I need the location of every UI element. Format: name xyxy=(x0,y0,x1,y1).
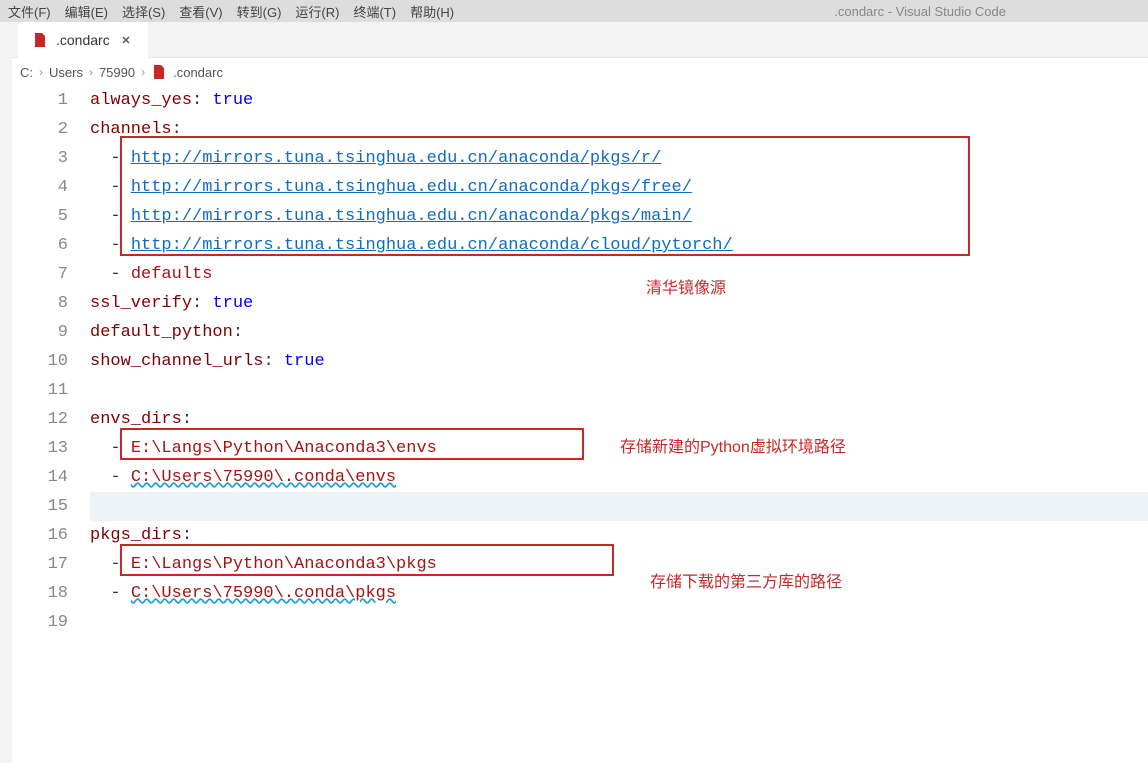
line-number: 11 xyxy=(0,376,68,405)
code-line[interactable]: - C:\Users\75990\.conda\pkgs xyxy=(90,579,1148,608)
tab-close-icon[interactable] xyxy=(118,32,134,48)
code-line[interactable]: - E:\Langs\Python\Anaconda3\pkgs xyxy=(90,550,1148,579)
breadcrumb-item[interactable]: Users xyxy=(49,65,83,80)
chevron-right-icon: › xyxy=(89,65,93,79)
line-number: 2 xyxy=(0,115,68,144)
line-number: 8 xyxy=(0,289,68,318)
breadcrumb-item[interactable]: .condarc xyxy=(173,65,223,80)
code-line[interactable] xyxy=(90,376,1148,405)
code-line[interactable]: show_channel_urls: true xyxy=(90,347,1148,376)
line-number: 4 xyxy=(0,173,68,202)
code-line[interactable]: always_yes: true xyxy=(90,86,1148,115)
line-gutter: 12345678910111213141516171819 xyxy=(0,86,90,637)
line-number: 12 xyxy=(0,405,68,434)
line-number: 17 xyxy=(0,550,68,579)
menu-view[interactable]: 查看(V) xyxy=(179,2,222,21)
code-line[interactable]: - http://mirrors.tuna.tsinghua.edu.cn/an… xyxy=(90,202,1148,231)
tabs-bar: .condarc xyxy=(0,22,1148,58)
line-number: 18 xyxy=(0,579,68,608)
chevron-right-icon: › xyxy=(141,65,145,79)
code-line[interactable]: envs_dirs: xyxy=(90,405,1148,434)
code-line[interactable]: - http://mirrors.tuna.tsinghua.edu.cn/an… xyxy=(90,231,1148,260)
menu-terminal[interactable]: 终端(T) xyxy=(353,2,396,21)
line-number: 6 xyxy=(0,231,68,260)
chevron-right-icon: › xyxy=(39,65,43,79)
menu-help[interactable]: 帮助(H) xyxy=(410,2,454,21)
line-number: 9 xyxy=(0,318,68,347)
line-number: 5 xyxy=(0,202,68,231)
line-number: 19 xyxy=(0,608,68,637)
menu-select[interactable]: 选择(S) xyxy=(122,2,165,21)
breadcrumb-item[interactable]: 75990 xyxy=(99,65,135,80)
menu-edit[interactable]: 编辑(E) xyxy=(65,2,108,21)
line-number: 13 xyxy=(0,434,68,463)
tab-label: .condarc xyxy=(56,32,110,48)
menu-run[interactable]: 运行(R) xyxy=(295,2,339,21)
file-icon xyxy=(151,64,167,80)
tab-condarc[interactable]: .condarc xyxy=(18,22,148,58)
code-line[interactable] xyxy=(90,608,1148,637)
line-number: 14 xyxy=(0,463,68,492)
code-line[interactable] xyxy=(90,492,1148,521)
line-number: 15 xyxy=(0,492,68,521)
line-number: 3 xyxy=(0,144,68,173)
code-line[interactable]: - http://mirrors.tuna.tsinghua.edu.cn/an… xyxy=(90,173,1148,202)
code-line[interactable]: - C:\Users\75990\.conda\envs xyxy=(90,463,1148,492)
breadcrumb: C: › Users › 75990 › .condarc xyxy=(0,58,1148,86)
code-line[interactable]: - http://mirrors.tuna.tsinghua.edu.cn/an… xyxy=(90,144,1148,173)
menubar: 文件(F) 编辑(E) 选择(S) 查看(V) 转到(G) 运行(R) 终端(T… xyxy=(0,0,1148,22)
line-number: 1 xyxy=(0,86,68,115)
code-line[interactable]: - defaults xyxy=(90,260,1148,289)
file-icon xyxy=(32,32,48,48)
code-line[interactable]: - E:\Langs\Python\Anaconda3\envs xyxy=(90,434,1148,463)
line-number: 16 xyxy=(0,521,68,550)
code-content[interactable]: 清华镜像源 存储新建的Python虚拟环境路径 存储下载的第三方库的路径 alw… xyxy=(90,86,1148,637)
code-line[interactable]: default_python: xyxy=(90,318,1148,347)
breadcrumb-item[interactable]: C: xyxy=(20,65,33,80)
line-number: 7 xyxy=(0,260,68,289)
code-line[interactable]: ssl_verify: true xyxy=(90,289,1148,318)
window-title: .condarc - Visual Studio Code xyxy=(834,4,1006,19)
menu-goto[interactable]: 转到(G) xyxy=(237,2,282,21)
code-line[interactable]: channels: xyxy=(90,115,1148,144)
line-number: 10 xyxy=(0,347,68,376)
code-line[interactable]: pkgs_dirs: xyxy=(90,521,1148,550)
menu-file[interactable]: 文件(F) xyxy=(8,2,51,21)
editor-area[interactable]: 12345678910111213141516171819 清华镜像源 存储新建… xyxy=(0,86,1148,637)
